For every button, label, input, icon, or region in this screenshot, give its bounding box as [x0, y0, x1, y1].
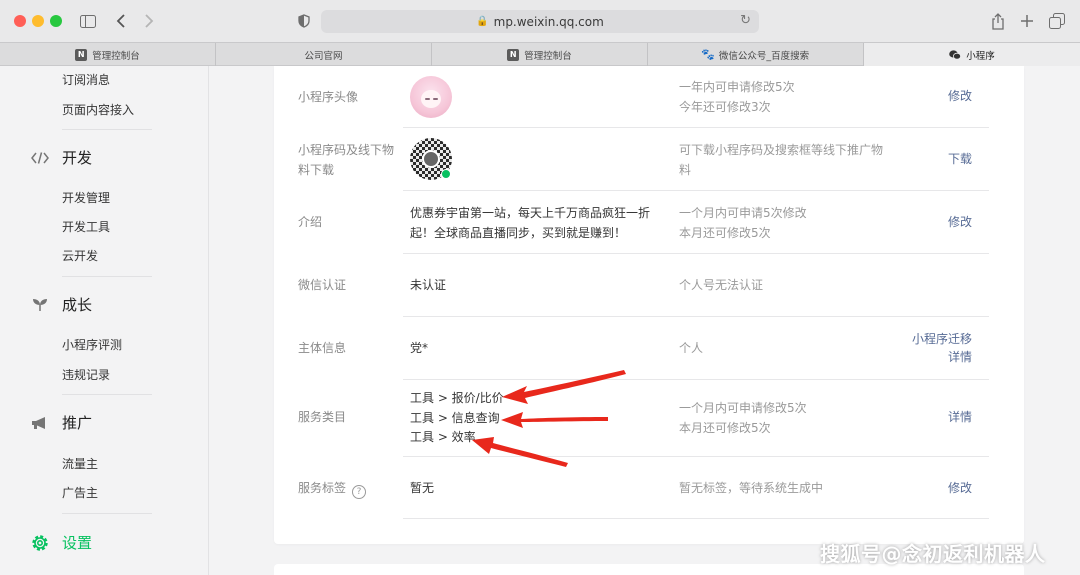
migrate-link[interactable]: 小程序迁移 [912, 329, 972, 349]
sidebar-group-label: 开发 [62, 149, 93, 167]
tab-overview-icon[interactable] [1046, 10, 1068, 32]
tags-value: 暂无 [410, 481, 435, 495]
row-entity: 主体信息 党* 个人 小程序迁移 详情 [274, 317, 1024, 380]
row-note: 一年内可申请修改5次 今年还可修改3次 [679, 80, 795, 114]
row-qrcode: 小程序码及线下物料下载 可下载小程序码及搜索框等线下推广物料 下载 [274, 128, 1024, 191]
sidebar-item-evaluation[interactable]: 小程序评测 [62, 336, 122, 353]
sprout-icon [30, 295, 50, 315]
megaphone-icon [30, 413, 50, 433]
sidebar-item-page-content[interactable]: 页面内容接入 [62, 101, 134, 118]
settings-card: 小程序头像 一年内可申请修改5次 今年还可修改3次 修改 小程序码及线下物料下载… [274, 66, 1024, 544]
watermark-text: 搜狐号@念初返利机器人 [820, 542, 1046, 566]
gear-icon [30, 533, 50, 553]
row-label: 服务标签? [298, 478, 398, 499]
sidebar-group-promotion[interactable]: 推广 [30, 412, 92, 433]
verification-status: 未认证 [410, 278, 447, 292]
row-note: 暂无标签，等待系统生成中 [679, 481, 824, 495]
browser-titlebar: 🔒 mp.weixin.qq.com ↻ [0, 0, 1080, 42]
help-icon[interactable]: ? [352, 485, 367, 499]
tab-label: 公司官网 [304, 50, 343, 62]
sidebar-divider [62, 513, 152, 514]
tab-management-console-1[interactable]: N 管理控制台 [0, 43, 216, 66]
row-label: 微信认证 [298, 278, 347, 292]
row-intro: 介绍 优惠券宇宙第一站，每天上千万商品疯狂一折起！全球商品直播同步，买到就是赚到… [274, 191, 1024, 254]
sidebar-group-label: 设置 [62, 534, 93, 552]
sidebar-item-traffic-owner[interactable]: 流量主 [62, 455, 98, 472]
row-label: 小程序码及线下物料下载 [298, 143, 395, 177]
tab-baidu-search[interactable]: 🐾 微信公众号_百度搜索 [648, 43, 864, 66]
baidu-paw-icon: 🐾 [701, 48, 715, 61]
tab-bar: N 管理控制台 公司官网 N 管理控制台 🐾 微信公众号_百度搜索 小程序 [0, 42, 1080, 66]
code-icon [30, 148, 50, 168]
tab-label: 管理控制台 [92, 50, 140, 62]
tab-label: 微信公众号_百度搜索 [718, 50, 810, 62]
row-note: 个人 [679, 341, 704, 355]
intro-text: 优惠券宇宙第一站，每天上千万商品疯狂一折起！全球商品直播同步，买到就是赚到！ [410, 206, 651, 240]
tab-label: 小程序 [966, 50, 995, 62]
n-favicon-icon: N [75, 48, 88, 61]
zoom-window-button[interactable] [50, 15, 62, 27]
tab-mini-program[interactable]: 小程序 [864, 43, 1080, 66]
tab-management-console-2[interactable]: N 管理控制台 [432, 43, 648, 66]
row-avatar: 小程序头像 一年内可申请修改5次 今年还可修改3次 修改 [274, 66, 1024, 128]
sidebar-item-advertiser[interactable]: 广告主 [62, 484, 98, 501]
download-link[interactable]: 下载 [948, 149, 972, 169]
row-note: 一个月内可申请修改5次 本月还可修改5次 [679, 401, 807, 435]
row-note: 一个月内可申请5次修改 本月还可修改5次 [679, 206, 807, 240]
sidebar: 订阅消息 页面内容接入 开发 开发管理 开发工具 云开发 成长 小程序评测 违规… [0, 66, 209, 575]
sidebar-group-growth[interactable]: 成长 [30, 294, 92, 315]
sidebar-item-violations[interactable]: 违规记录 [62, 366, 110, 383]
minimize-window-button[interactable] [32, 15, 44, 27]
lock-icon: 🔒 [476, 16, 489, 27]
main-content: 小程序头像 一年内可申请修改5次 今年还可修改3次 修改 小程序码及线下物料下载… [209, 66, 1080, 575]
row-note: 可下载小程序码及搜索框等线下推广物料 [679, 143, 884, 177]
edit-avatar-link[interactable]: 修改 [948, 86, 972, 106]
sidebar-group-develop[interactable]: 开发 [30, 147, 92, 168]
sidebar-group-label: 成长 [62, 296, 93, 314]
sidebar-item-cloud-dev[interactable]: 云开发 [62, 247, 98, 264]
tab-label: 管理控制台 [524, 50, 572, 62]
row-label: 小程序头像 [298, 90, 359, 104]
url-text: mp.weixin.qq.com [493, 14, 604, 29]
row-label: 服务类目 [298, 410, 347, 424]
sidebar-divider [62, 276, 152, 277]
new-tab-icon[interactable] [1016, 10, 1038, 32]
categories-details-link[interactable]: 详情 [948, 407, 972, 427]
forward-icon[interactable] [138, 10, 160, 32]
row-divider [403, 518, 989, 519]
mini-program-avatar [410, 76, 452, 118]
share-icon[interactable] [987, 10, 1009, 32]
tab-company-site[interactable]: 公司官网 [216, 43, 432, 66]
sidebar-group-label: 推广 [62, 414, 93, 432]
sidebar-toggle-icon[interactable] [77, 10, 99, 32]
sidebar-divider [62, 394, 152, 395]
mini-program-code-image [410, 138, 452, 180]
row-note: 个人号无法认证 [679, 278, 764, 292]
wechat-icon [949, 49, 962, 61]
row-categories: 服务类目 工具 > 报价/比价 工具 > 信息查询 工具 > 效率 一个月内可申… [274, 380, 1024, 457]
row-label: 主体信息 [298, 341, 347, 355]
row-verification: 微信认证 未认证 个人号无法认证 [274, 254, 1024, 317]
row-label-text: 服务标签 [298, 481, 347, 495]
sidebar-item-dev-management[interactable]: 开发管理 [62, 189, 110, 206]
n-favicon-icon: N [507, 48, 520, 61]
back-icon[interactable] [110, 10, 132, 32]
edit-intro-link[interactable]: 修改 [948, 212, 972, 232]
sidebar-group-settings[interactable]: 设置 [30, 532, 92, 553]
address-bar[interactable]: 🔒 mp.weixin.qq.com ↻ [321, 10, 759, 33]
reload-icon[interactable]: ↻ [740, 13, 751, 28]
entity-name: 党* [410, 341, 429, 355]
row-tags: 服务标签? 暂无 暂无标签，等待系统生成中 修改 [274, 457, 1024, 520]
row-label: 介绍 [298, 215, 323, 229]
edit-tags-link[interactable]: 修改 [948, 478, 972, 498]
entity-details-link[interactable]: 详情 [948, 347, 972, 367]
category-list: 工具 > 报价/比价 工具 > 信息查询 工具 > 效率 [410, 391, 504, 444]
sidebar-divider [62, 129, 152, 130]
privacy-shield-icon[interactable] [293, 10, 315, 32]
sidebar-item-dev-tools[interactable]: 开发工具 [62, 218, 110, 235]
sidebar-item-subscription-messages[interactable]: 订阅消息 [62, 71, 110, 88]
close-window-button[interactable] [14, 15, 26, 27]
